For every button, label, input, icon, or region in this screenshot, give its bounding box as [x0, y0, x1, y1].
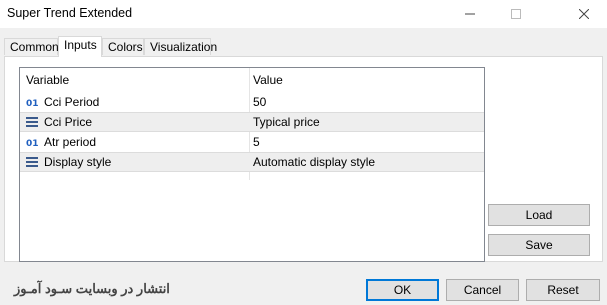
variable-value[interactable]: 50	[253, 95, 266, 109]
cancel-button[interactable]: Cancel	[446, 279, 519, 301]
minimize-button[interactable]	[447, 0, 493, 28]
integer-icon: 01	[26, 136, 38, 148]
reset-button[interactable]: Reset	[526, 279, 600, 301]
tab-visualization[interactable]: Visualization	[144, 38, 217, 55]
table-row[interactable]: Display style Automatic display style	[20, 152, 484, 172]
header-variable[interactable]: Variable	[26, 73, 246, 87]
enum-icon	[26, 116, 38, 128]
table-row[interactable]: 01 Cci Period 50	[20, 92, 484, 112]
variable-value[interactable]: 5	[253, 135, 260, 149]
variable-name: Cci Period	[44, 95, 100, 109]
maximize-button[interactable]	[493, 0, 539, 28]
tab-common[interactable]: Common	[4, 38, 59, 55]
variable-name: Atr period	[44, 135, 97, 149]
minimize-icon	[465, 13, 475, 15]
variable-value[interactable]: Automatic display style	[253, 155, 375, 169]
window-title: Super Trend Extended	[7, 6, 133, 20]
tab-colors[interactable]: Colors	[102, 38, 144, 55]
ok-button[interactable]: OK	[366, 279, 439, 301]
tab-inputs[interactable]: Inputs	[58, 36, 102, 57]
enum-icon	[26, 156, 38, 168]
save-button[interactable]: Save	[488, 234, 590, 256]
watermark-text: انتشار در وبسایت سـود آمـوز	[14, 281, 170, 296]
inputs-panel: Variable Value 01 Cci Period 50 Cci Pric…	[4, 56, 603, 262]
variable-value[interactable]: Typical price	[253, 115, 320, 129]
svg-text:01: 01	[26, 99, 38, 107]
variable-name: Cci Price	[44, 115, 93, 129]
variable-name: Display style	[44, 155, 112, 169]
close-button[interactable]	[561, 0, 607, 28]
header-value[interactable]: Value	[253, 73, 283, 87]
load-button[interactable]: Load	[488, 204, 590, 226]
maximize-icon	[511, 9, 521, 19]
table-row[interactable]: Cci Price Typical price	[20, 112, 484, 132]
inputs-grid: Variable Value 01 Cci Period 50 Cci Pric…	[19, 67, 485, 262]
grid-header: Variable Value	[20, 70, 484, 90]
svg-text:01: 01	[26, 139, 38, 147]
title-bar: Super Trend Extended	[0, 0, 607, 28]
table-row[interactable]: 01 Atr period 5	[20, 132, 484, 152]
close-icon	[579, 9, 589, 19]
integer-icon: 01	[26, 96, 38, 108]
